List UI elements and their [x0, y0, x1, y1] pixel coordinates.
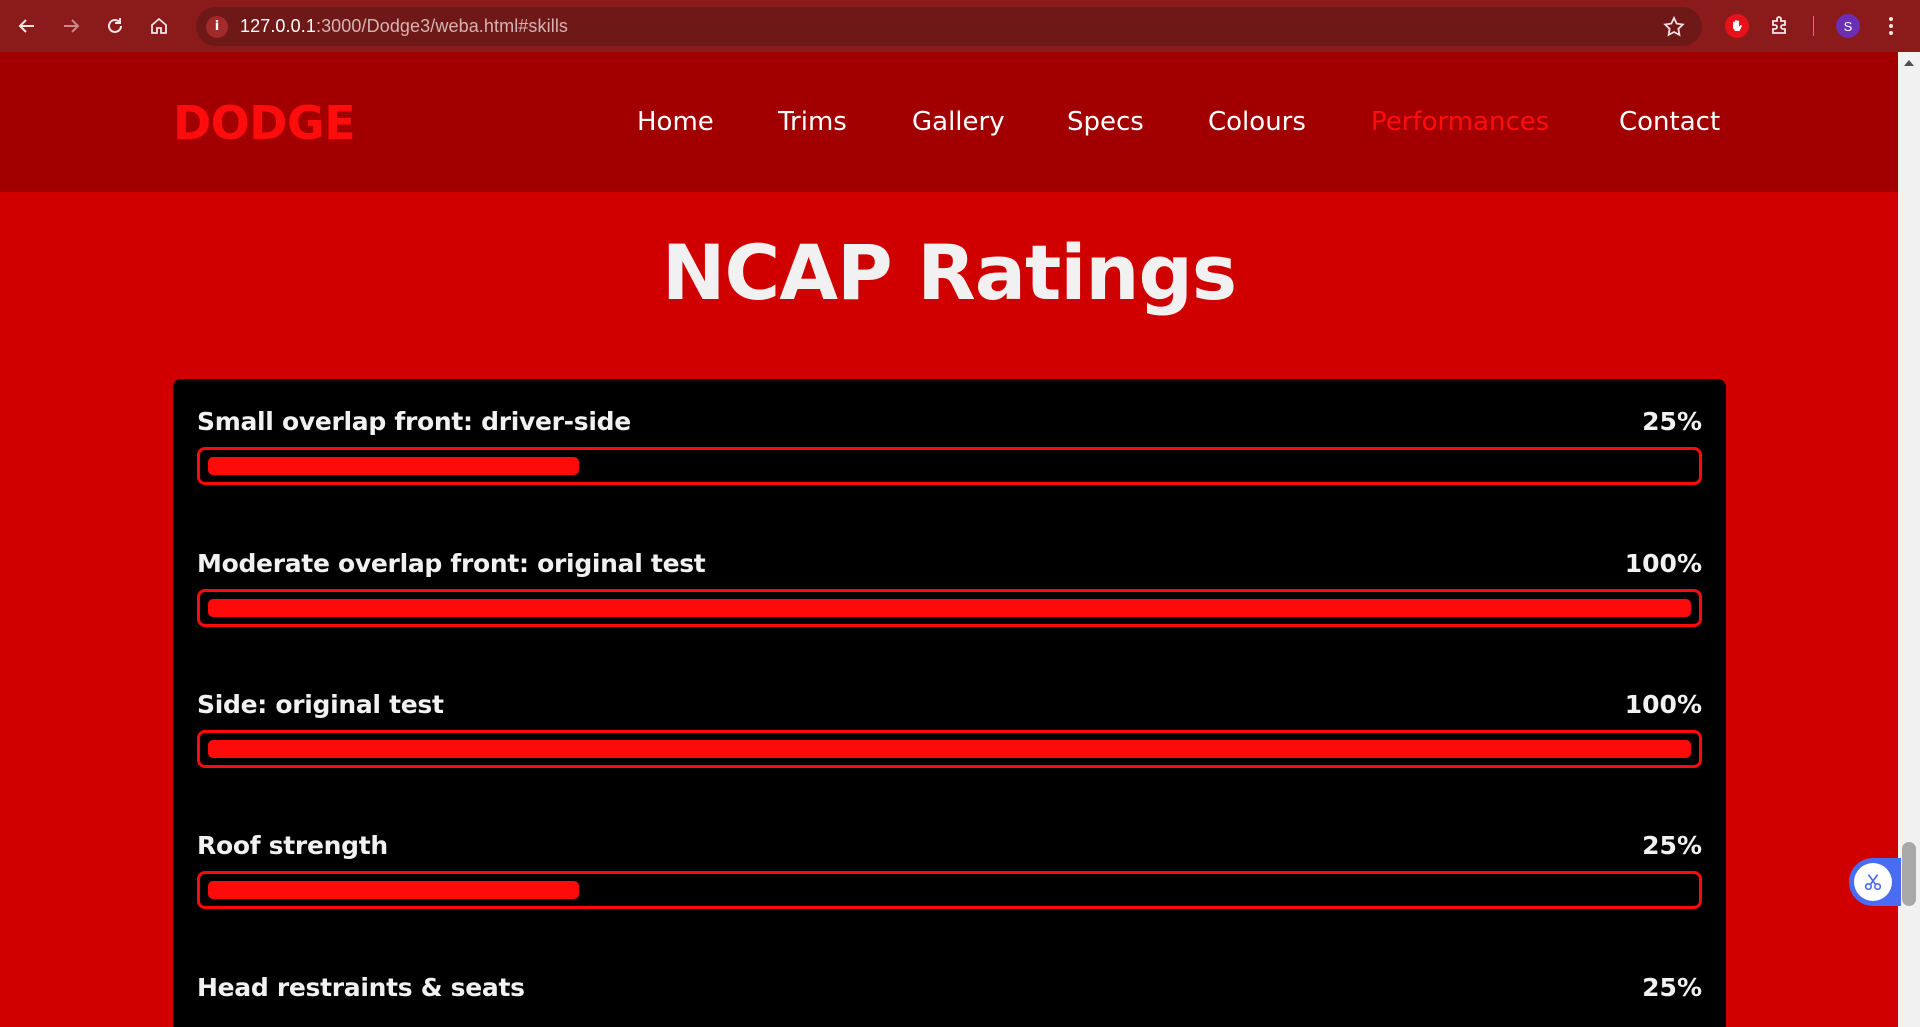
rating-label: Small overlap front: driver-side — [197, 407, 631, 436]
site-header: DODGE Home Trims Gallery Specs Colours P… — [0, 52, 1898, 192]
url-text[interactable]: 127.0.0.1:3000/Dodge3/weba.html#skills — [240, 16, 568, 37]
rating-label: Side: original test — [197, 690, 444, 719]
reload-icon[interactable] — [97, 8, 133, 44]
kebab-menu-icon[interactable] — [1884, 14, 1898, 38]
star-icon[interactable] — [1662, 15, 1686, 39]
page-scrollbar[interactable] — [1898, 52, 1920, 1027]
rating-percent: 100% — [1624, 690, 1702, 719]
nav-colours[interactable]: Colours — [1208, 107, 1306, 137]
rating-percent: 25% — [1642, 831, 1702, 860]
rating-bar-track — [197, 589, 1702, 627]
rating-percent: 25% — [1642, 973, 1702, 1002]
scissors-icon — [1854, 863, 1892, 901]
rating-percent: 25% — [1642, 407, 1702, 436]
page-title: NCAP Ratings — [661, 228, 1237, 317]
rating-percent: 100% — [1624, 549, 1702, 578]
home-icon[interactable] — [141, 8, 177, 44]
rating-bar-fill — [208, 457, 579, 475]
floating-tool-button[interactable] — [1849, 858, 1901, 906]
site-logo[interactable]: DODGE — [173, 96, 356, 150]
rating-label: Head restraints & seats — [197, 973, 525, 1002]
rating-bar-track — [197, 447, 1702, 485]
nav-specs[interactable]: Specs — [1067, 107, 1144, 137]
rating-bar-fill — [208, 881, 579, 899]
nav-home[interactable]: Home — [637, 107, 714, 137]
rating-label: Roof strength — [197, 831, 388, 860]
nav-trims[interactable]: Trims — [778, 107, 847, 137]
scrollbar-thumb[interactable] — [1902, 842, 1916, 906]
url-path: :3000/Dodge3/weba.html#skills — [315, 16, 569, 36]
rating-bar-fill — [208, 599, 1691, 617]
back-arrow-icon[interactable] — [9, 8, 45, 44]
forward-arrow-icon[interactable] — [53, 8, 89, 44]
skills-section: NCAP Ratings Small overlap front: driver… — [0, 192, 1898, 1027]
ratings-card: Small overlap front: driver-side 25% Mod… — [173, 379, 1726, 1027]
profile-avatar[interactable]: S — [1836, 14, 1860, 38]
browser-toolbar: i 127.0.0.1:3000/Dodge3/weba.html#skills… — [0, 0, 1920, 52]
nav-contact[interactable]: Contact — [1619, 107, 1720, 137]
nav-gallery[interactable]: Gallery — [912, 107, 1005, 137]
nav-performances[interactable]: Performances — [1371, 107, 1549, 137]
rating-bar-track — [197, 871, 1702, 909]
toolbar-divider — [1813, 16, 1814, 36]
rating-bar-fill — [208, 740, 1691, 758]
info-icon[interactable]: i — [206, 15, 228, 38]
address-bar[interactable]: i 127.0.0.1:3000/Dodge3/weba.html#skills — [196, 7, 1702, 46]
hand-icon[interactable] — [1724, 13, 1750, 39]
puzzle-icon[interactable] — [1767, 13, 1793, 39]
url-host: 127.0.0.1 — [240, 16, 316, 36]
rating-label: Moderate overlap front: original test — [197, 549, 706, 578]
rating-bar-track — [197, 730, 1702, 768]
scroll-up-arrow-icon[interactable] — [1904, 60, 1914, 66]
